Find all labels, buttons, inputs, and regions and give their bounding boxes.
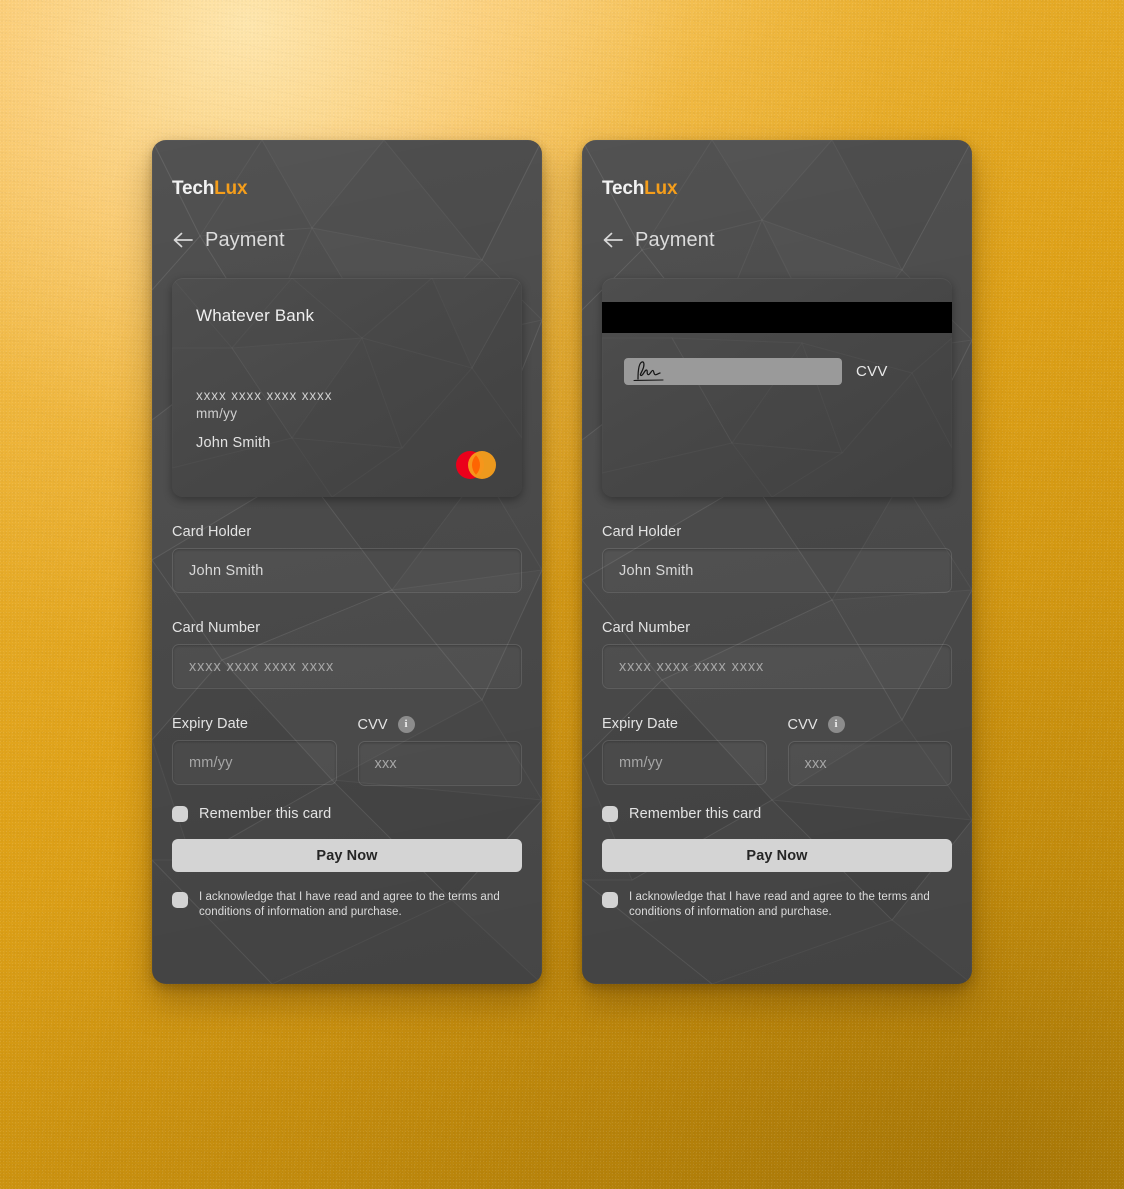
page-title: Payment	[205, 228, 285, 251]
arrow-left-icon[interactable]	[172, 230, 194, 250]
credit-card-front[interactable]: Whatever Bank xxxx xxxx xxxx xxxx mm/yy …	[172, 278, 522, 497]
signature-strip	[624, 358, 842, 385]
card-number-input[interactable]: xxxx xxxx xxxx xxxx	[602, 644, 952, 689]
brand-part-two: Lux	[644, 178, 678, 199]
screen: TechLux Payment Whatever Bank xxxx xxxx …	[0, 0, 1124, 1189]
remember-card-label: Remember this card	[629, 806, 762, 822]
remember-card-label: Remember this card	[199, 806, 332, 822]
brand-part-two: Lux	[214, 178, 248, 199]
expiry-date-input[interactable]: mm/yy	[172, 740, 337, 785]
bank-name: Whatever Bank	[196, 306, 315, 325]
page-header: Payment	[602, 226, 952, 254]
cvv-label: CVV	[787, 716, 818, 733]
expiry-date-input[interactable]: mm/yy	[602, 740, 767, 785]
cvv-input[interactable]: xxx	[787, 741, 952, 786]
brand-logo: TechLux	[602, 140, 952, 200]
expiry-date-label: Expiry Date	[602, 716, 679, 732]
card-holder-input[interactable]: John Smith	[602, 548, 952, 593]
card-number-label: Card Number	[172, 620, 261, 636]
pay-now-button[interactable]: Pay Now	[172, 839, 522, 872]
card-number-display: xxxx xxxx xxxx xxxx	[196, 388, 333, 403]
card-holder-input[interactable]: John Smith	[172, 548, 522, 593]
page-header: Payment	[172, 226, 522, 254]
cvv-label-row: CVV i	[358, 716, 523, 733]
credit-card-back[interactable]: CVV	[602, 278, 952, 497]
terms-label: I acknowledge that I have read and agree…	[629, 891, 930, 919]
cvv-label-row: CVV i	[788, 716, 953, 733]
terms-row[interactable]: I acknowledge that I have read and agree…	[602, 890, 952, 921]
brand-logo: TechLux	[172, 140, 522, 200]
card-expiry-display: mm/yy	[196, 406, 238, 421]
payment-panel-front: TechLux Payment Whatever Bank xxxx xxxx …	[152, 140, 542, 984]
card-number-label: Card Number	[602, 620, 691, 636]
signature-row: CVV	[624, 358, 932, 385]
brand-part-one: Tech	[602, 178, 645, 199]
remember-card-row[interactable]: Remember this card	[602, 806, 952, 822]
magnetic-stripe	[602, 302, 952, 333]
remember-card-checkbox[interactable]	[602, 806, 618, 822]
cvv-input[interactable]: xxx	[357, 741, 522, 786]
terms-label: I acknowledge that I have read and agree…	[199, 891, 500, 919]
signature-icon	[633, 361, 664, 382]
expiry-date-label: Expiry Date	[172, 716, 249, 732]
remember-card-checkbox[interactable]	[172, 806, 188, 822]
terms-checkbox[interactable]	[602, 892, 618, 908]
info-icon[interactable]: i	[827, 716, 845, 733]
cvv-back-label: CVV	[856, 363, 888, 380]
info-icon[interactable]: i	[397, 716, 415, 733]
cvv-label: CVV	[357, 716, 388, 733]
card-holder-display: John Smith	[196, 435, 271, 451]
remember-card-row[interactable]: Remember this card	[172, 806, 522, 822]
payment-panel-back: TechLux Payment CVV Card Holder John Smi…	[582, 140, 972, 984]
terms-checkbox[interactable]	[172, 892, 188, 908]
brand-part-one: Tech	[172, 178, 215, 199]
card-holder-label: Card Holder	[602, 524, 682, 540]
arrow-left-icon[interactable]	[602, 230, 624, 250]
pay-now-button[interactable]: Pay Now	[602, 839, 952, 872]
card-number-input[interactable]: xxxx xxxx xxxx xxxx	[172, 644, 522, 689]
card-holder-label: Card Holder	[172, 524, 252, 540]
page-title: Payment	[635, 228, 715, 251]
terms-row[interactable]: I acknowledge that I have read and agree…	[172, 890, 522, 921]
